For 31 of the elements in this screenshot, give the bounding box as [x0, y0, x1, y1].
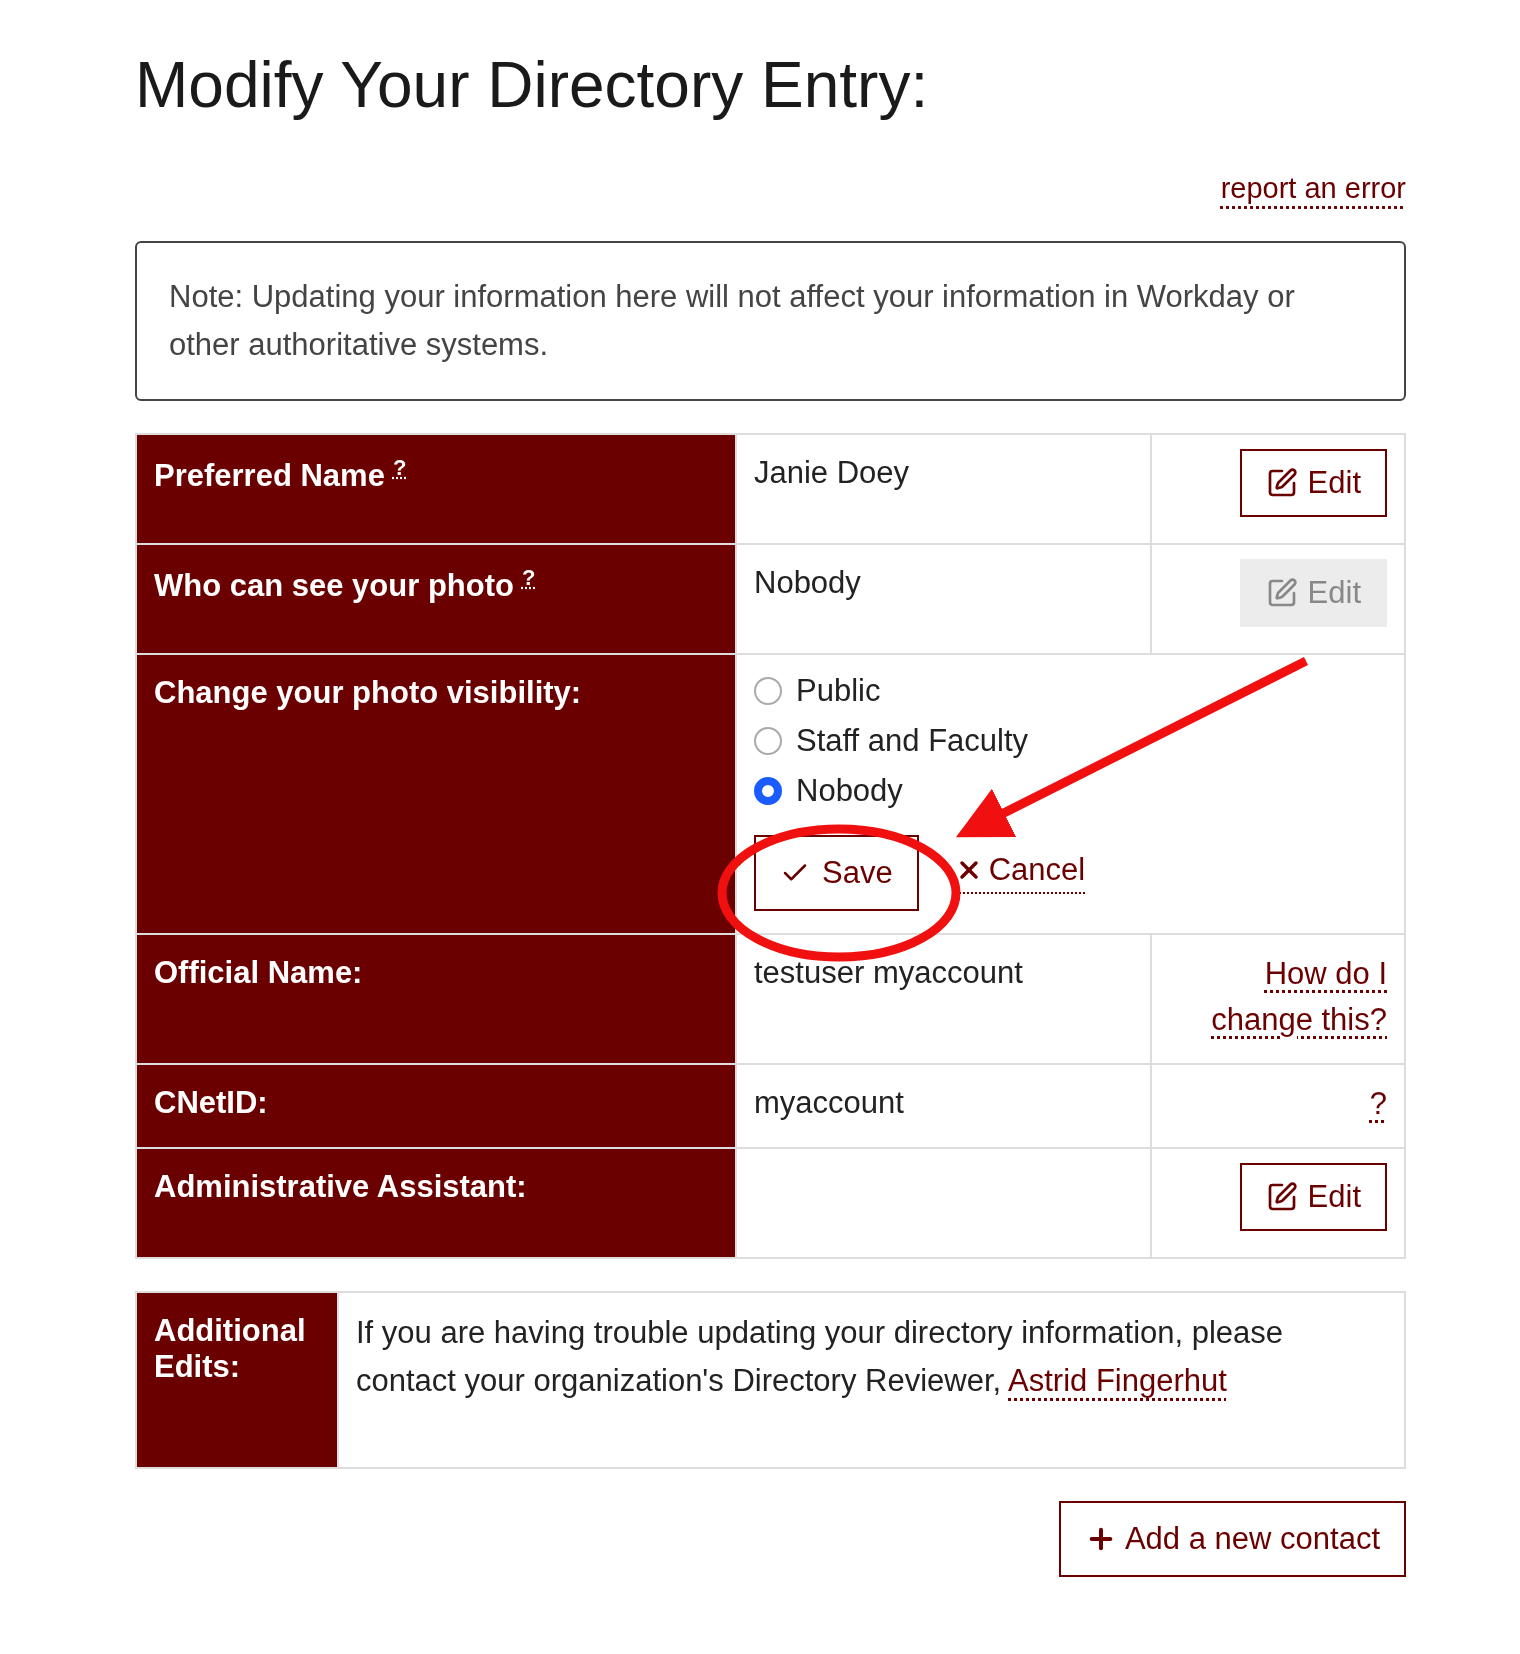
- help-paragraph: If you are having trouble updating your directory information, please contact your organization's Directory Reviewer, Astrid Fingerhut: [356, 1314, 1285, 1400]
- radio-button[interactable]: [754, 677, 782, 705]
- save-button[interactable]: Save: [754, 835, 919, 911]
- edit-button[interactable]: Edit: [1239, 1163, 1387, 1231]
- help-link[interactable]: ?: [521, 565, 536, 590]
- row-label: Administrative Assistant:: [136, 1148, 736, 1258]
- row-value: myaccount: [736, 1064, 1151, 1148]
- radio-label[interactable]: Staff and Faculty: [796, 723, 1029, 759]
- row-value: Nobody: [736, 544, 1151, 654]
- row-label: Official Name:: [136, 934, 736, 1064]
- radio-label[interactable]: Public: [796, 673, 881, 709]
- cancel-link[interactable]: Cancel: [954, 852, 1086, 894]
- edit-button[interactable]: Edit: [1239, 449, 1387, 517]
- page-title: Modify Your Directory Entry:: [135, 48, 930, 122]
- contact-link[interactable]: Astrid Fingerhut: [1008, 1363, 1227, 1398]
- help-link[interactable]: How do I change this?: [1187, 951, 1387, 1043]
- radio-button[interactable]: [754, 777, 782, 805]
- row-label: CNetID:: [136, 1064, 736, 1148]
- row-label: Additional Edits:: [136, 1292, 338, 1468]
- row-label-text: Preferred Name: [154, 458, 385, 494]
- help-link[interactable]: ?: [1369, 1081, 1387, 1127]
- note-text: Note: Updating your information here will not affect your information in Workday or other authoritative systems.: [135, 241, 1406, 401]
- row-label: Change your photo visibility:: [136, 654, 736, 934]
- report-link[interactable]: report an error: [1220, 172, 1406, 205]
- radio-label[interactable]: Nobody: [796, 773, 903, 809]
- row-value: testuser myaccount: [736, 934, 1151, 1064]
- help-link[interactable]: ?: [392, 455, 407, 480]
- row-value: Janie Doey: [736, 434, 1151, 544]
- radio-button[interactable]: [754, 727, 782, 755]
- row-label-text: Who can see your photo: [154, 568, 514, 604]
- add-contact-button[interactable]: Add a new contact: [1058, 1501, 1406, 1577]
